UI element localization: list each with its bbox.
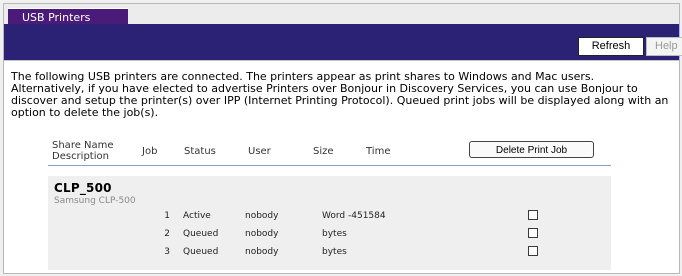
job-user: nobody [245, 229, 279, 239]
refresh-button[interactable]: Refresh [578, 37, 644, 56]
job-size: bytes [322, 247, 347, 257]
col-header-job: Job [142, 146, 158, 157]
col-header-user: User [248, 146, 271, 157]
delete-job-checkbox[interactable] [528, 228, 538, 238]
col-header-description: Description [52, 151, 109, 162]
delete-job-checkbox[interactable] [528, 210, 538, 220]
job-size: Word -451584 [322, 211, 386, 221]
job-number: 3 [164, 247, 170, 257]
toolbar: Refresh Help [4, 33, 682, 61]
intro-text: The following USB printers are connected… [11, 70, 669, 119]
job-number: 2 [164, 229, 170, 239]
delete-job-checkbox[interactable] [528, 246, 538, 256]
help-button[interactable]: Help [646, 37, 682, 56]
main-content: The following USB printers are connected… [4, 61, 679, 273]
printer-description: Samsung CLP-500 [54, 196, 136, 206]
job-number: 1 [164, 211, 170, 221]
job-size: bytes [322, 229, 347, 239]
col-header-share-name: Share Name Description [52, 140, 114, 162]
job-user: nobody [245, 247, 279, 257]
printer-group: CLP_500 Samsung CLP-500 1 Active nobody … [48, 176, 611, 270]
table-divider [48, 165, 611, 166]
delete-print-job-button[interactable]: Delete Print Job [469, 141, 594, 158]
usb-printers-panel: USB Printers Refresh Help The following … [3, 3, 682, 274]
col-header-time: Time [366, 146, 391, 157]
col-header-share: Share Name [52, 140, 114, 151]
header-bar [4, 24, 679, 33]
tab-usb-printers[interactable]: USB Printers [8, 8, 128, 25]
col-header-size: Size [313, 146, 334, 157]
job-user: nobody [245, 211, 279, 221]
job-status: Queued [183, 229, 219, 239]
printer-name: CLP_500 [54, 181, 112, 195]
col-header-status: Status [184, 146, 216, 157]
job-status: Queued [183, 247, 219, 257]
job-status: Active [183, 211, 211, 221]
